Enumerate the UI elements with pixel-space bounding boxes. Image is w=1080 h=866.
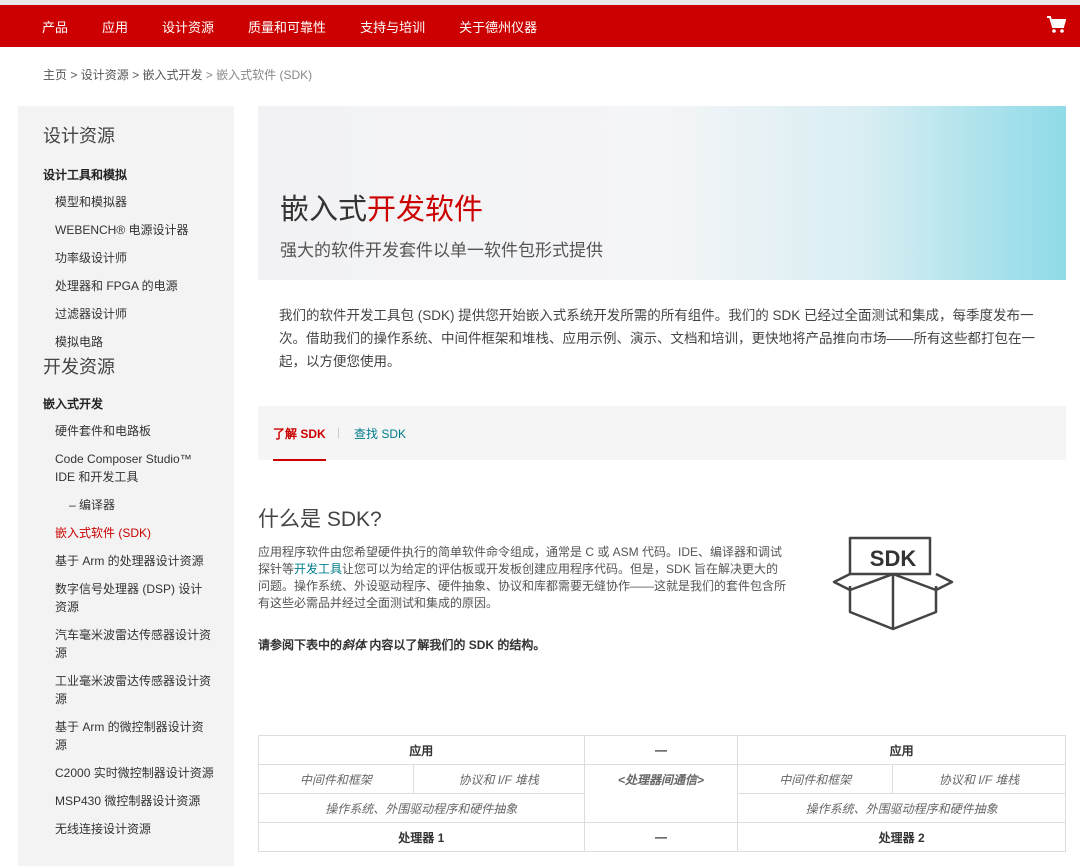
sidebar-item[interactable]: 汽车毫米波雷达传感器设计资源 <box>43 626 234 662</box>
what-paragraph: 应用程序软件由您希望硬件执行的简单软件命令组成，通常是 C 或 ASM 代码。I… <box>258 544 788 612</box>
breadcrumb-sep: > <box>132 68 140 82</box>
breadcrumb-current: 嵌入式软件 (SDK) <box>216 68 313 82</box>
hero-banner: 嵌入式开发软件 强大的软件开发套件以单一软件包形式提供 <box>258 106 1066 280</box>
table-cell: 中间件和框架 <box>258 764 414 794</box>
sdk-structure-table: 应用 — 应用 中间件和框架 协议和 I/F 堆栈 <处理器间通信> 中间件和框架 协议和 … <box>258 735 1066 852</box>
hero-title-plain: 嵌入式 <box>280 194 368 226</box>
sidebar-group-title: 设计工具和模拟 <box>43 168 128 182</box>
note-text: 请参阅下表中的 <box>258 638 343 652</box>
table-cell: 处理器 2 <box>737 822 1066 852</box>
sdk-box-icon: SDK <box>830 530 956 637</box>
shopping-cart-icon[interactable] <box>1046 15 1067 41</box>
dev-tools-link[interactable]: 开发工具 <box>294 562 342 576</box>
sdk-icon-label: SDK <box>870 546 917 571</box>
breadcrumb-design[interactable]: 设计资源 <box>81 68 129 82</box>
sidebar-item[interactable]: 基于 Arm 的微控制器设计资源 <box>43 718 234 754</box>
sidebar-item[interactable]: 模型和模拟器 <box>43 193 234 211</box>
sidebar-item[interactable]: 硬件套件和电路板 <box>43 422 234 440</box>
sidebar-item[interactable]: 工业毫米波雷达传感器设计资源 <box>43 672 234 708</box>
sidebar-section-title: 设计资源 <box>43 126 115 146</box>
sidebar-item[interactable]: 数字信号处理器 (DSP) 设计资源 <box>43 580 234 616</box>
nav-design-resources[interactable]: 设计资源 <box>162 17 214 36</box>
table-cell: <处理器间通信> <box>583 764 739 823</box>
breadcrumb-embedded[interactable]: 嵌入式开发 <box>142 68 202 82</box>
nav-support[interactable]: 支持与培训 <box>360 17 425 36</box>
breadcrumb-sep: > <box>205 68 213 82</box>
table-cell: 操作系统、外围驱动程序和硬件抽象 <box>737 793 1066 823</box>
table-cell: 处理器 1 <box>258 822 585 852</box>
tab-bar: 了解 SDK | 查找 SDK <box>258 406 1066 461</box>
sidebar-group-title: 嵌入式开发 <box>43 397 104 411</box>
nav-products[interactable]: 产品 <box>42 17 68 36</box>
hero-subtitle: 强大的软件开发套件以单一软件包形式提供 <box>280 241 603 260</box>
table-cell: 协议和 I/F 堆栈 <box>412 764 585 794</box>
note-text: 内容以了解我们的 SDK 的结构。 <box>369 638 546 652</box>
sidebar-section-title: 开发资源 <box>43 357 115 377</box>
table-cell: 应用 <box>737 735 1066 765</box>
note-italic: 斜体 <box>342 638 367 652</box>
hero-title-red: 开发软件 <box>367 194 484 226</box>
sidebar: 设计资源 设计工具和模拟 模型和模拟器 WEBENCH® 电源设计器 功率级设计师处… <box>18 106 234 866</box>
sidebar-item[interactable]: 嵌入式软件 (SDK) <box>43 524 234 542</box>
sidebar-item[interactable]: 模拟电路 <box>43 333 234 351</box>
table-cell: — <box>583 822 739 852</box>
section-heading: 什么是 SDK? <box>258 508 382 531</box>
intro-text: 我们的软件开发工具包 (SDK) 提供您开始嵌入式系统开发所需的所有组件。我们的… <box>279 308 1035 369</box>
nav-about[interactable]: 关于德州仪器 <box>459 17 537 36</box>
tab-find-sdk[interactable]: 查找 SDK <box>354 425 406 442</box>
tab-divider: | <box>337 425 341 439</box>
main-nav: 产品 应用 设计资源 质量和可靠性 支持与培训 关于德州仪器 <box>0 5 1080 47</box>
sidebar-item[interactable]: – 编译器 <box>43 496 234 514</box>
breadcrumb-sep: > <box>70 68 78 82</box>
sidebar-item[interactable]: Code Composer Studio™ IDE 和开发工具 <box>43 450 234 486</box>
table-cell: 中间件和框架 <box>737 764 894 794</box>
sidebar-item[interactable]: 处理器和 FPGA 的电源 <box>43 277 234 295</box>
breadcrumb-home[interactable]: 主页 <box>43 68 67 82</box>
sidebar-item[interactable]: 功率级设计师 <box>43 249 234 267</box>
tab-learn-sdk[interactable]: 了解 SDK <box>273 425 326 461</box>
hero-title: 嵌入式开发软件 <box>280 186 483 228</box>
breadcrumb: 主页 > 设计资源 > 嵌入式开发 > 嵌入式软件 (SDK) <box>43 66 312 83</box>
sidebar-item[interactable]: 无线连接设计资源 <box>43 820 234 838</box>
nav-applications[interactable]: 应用 <box>102 17 128 36</box>
table-note: 请参阅下表中的斜体 内容以了解我们的 SDK 的结构。 <box>258 636 545 653</box>
nav-quality[interactable]: 质量和可靠性 <box>248 17 326 36</box>
table-cell: — <box>583 735 739 765</box>
table-cell: 操作系统、外围驱动程序和硬件抽象 <box>258 793 585 823</box>
sidebar-item[interactable]: C2000 实时微控制器设计资源 <box>43 764 234 782</box>
sidebar-item[interactable]: 基于 Arm 的处理器设计资源 <box>43 552 234 570</box>
table-cell: 应用 <box>258 735 585 765</box>
sidebar-item[interactable]: MSP430 微控制器设计资源 <box>43 792 234 810</box>
sidebar-item[interactable]: WEBENCH® 电源设计器 <box>43 221 234 239</box>
table-cell: 协议和 I/F 堆栈 <box>892 764 1066 794</box>
sidebar-item[interactable]: 过滤器设计师 <box>43 305 234 323</box>
